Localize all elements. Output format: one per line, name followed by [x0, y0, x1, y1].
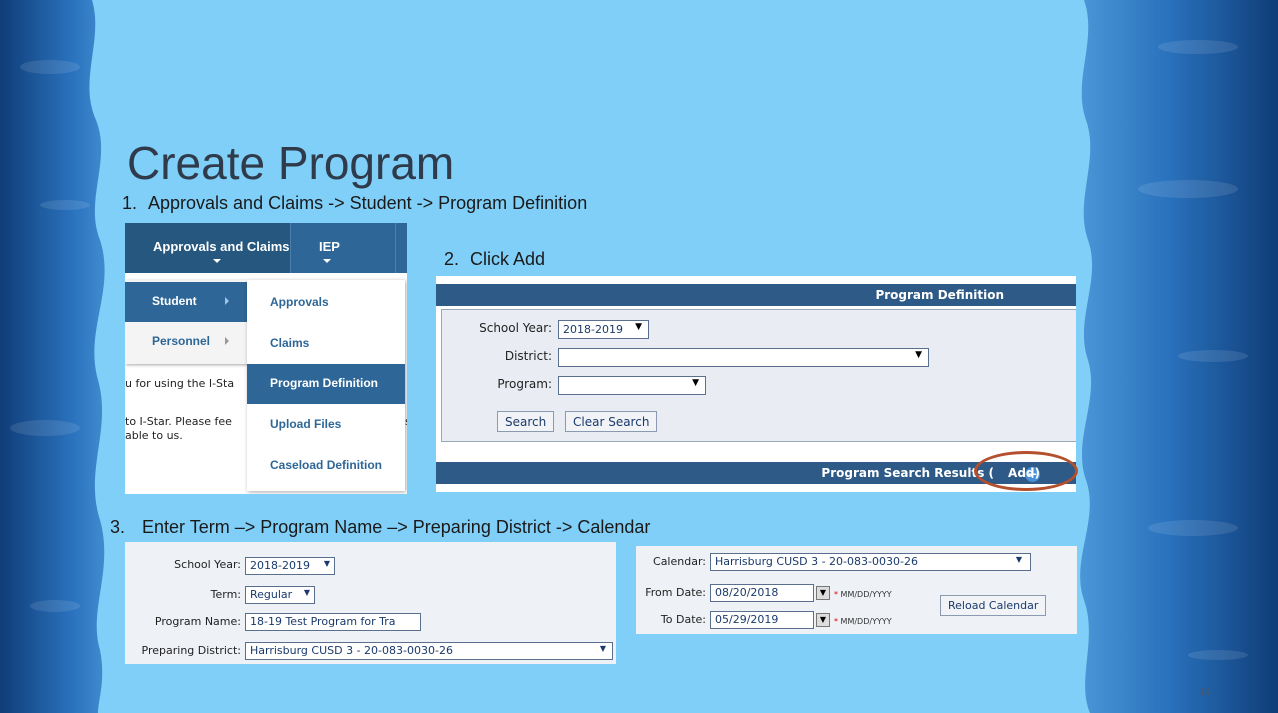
dropdown-arrow-icon: ▼	[303, 588, 310, 597]
program-definition-header: Program Definition	[436, 284, 1076, 306]
bg-text-line: to I-Star. Please fee	[125, 415, 232, 428]
date-format: MM/DD/YYYY	[840, 590, 892, 599]
submenu-item-personnel[interactable]: Personnel	[125, 322, 247, 362]
dropdown-arrow-icon: ▼	[635, 322, 642, 332]
slide: Create Program 1. Approvals and Claims ->…	[0, 0, 1278, 713]
search-form: School Year: 2018-2019 ▼ District: ▼ Pro…	[441, 309, 1076, 442]
step-2: 2. Click Add	[444, 249, 545, 270]
calendar-dropdown-icon[interactable]: ▼	[816, 586, 830, 600]
slide-title: Create Program	[127, 137, 455, 189]
results-header-label: Program Search Results (	[821, 466, 994, 480]
calendar-dropdown-icon[interactable]: ▼	[816, 613, 830, 627]
to-date-format-hint: * MM/DD/YYYY	[834, 617, 892, 626]
menu-iep[interactable]: IEP	[305, 223, 365, 273]
dropdown-arrow-icon: ▼	[599, 644, 606, 653]
calendar-screenshot: Calendar: Harrisburg CUSD 3 - 20-083-003…	[636, 546, 1077, 634]
to-date-input[interactable]: 05/29/2019	[710, 611, 814, 629]
main-menubar: Approvals and Claims IEP	[125, 223, 407, 273]
from-date-input[interactable]: 08/20/2018	[710, 584, 814, 602]
page-number: 14	[1200, 687, 1212, 698]
program-select[interactable]: ▼	[558, 376, 706, 395]
menu-screenshot: e i : u for using the I-Sta to I-Star. P…	[125, 223, 407, 494]
term-select[interactable]: Regular ▼	[245, 586, 315, 604]
preparing-district-label: Preparing District:	[141, 644, 241, 657]
program-form-screenshot: School Year: 2018-2019 ▼ Term: Regular ▼…	[125, 542, 616, 664]
step-2-number: 2.	[444, 249, 460, 269]
school-year-label: School Year:	[479, 321, 552, 335]
program-name-input[interactable]: 18-19 Test Program for Tra	[245, 613, 421, 631]
clear-search-button[interactable]: Clear Search	[565, 411, 658, 432]
submenu-item-label: Personnel	[152, 334, 211, 348]
step-1: 1. Approvals and Claims -> Student -> Pro…	[122, 193, 587, 214]
submenu-level2: Approvals Claims Program Definition Uplo…	[247, 280, 405, 491]
from-date-label: From Date:	[645, 586, 706, 599]
district-label: District:	[504, 349, 552, 363]
program-search-screenshot: Program Definition School Year: 2018-201…	[436, 276, 1076, 492]
search-button[interactable]: Search	[497, 411, 555, 432]
dropdown-arrow-icon: ▼	[1015, 555, 1022, 564]
required-mark: *	[834, 590, 838, 599]
school-year-select[interactable]: 2018-2019 ▼	[245, 557, 335, 575]
school-year-select[interactable]: 2018-2019 ▼	[558, 320, 649, 339]
to-date-label: To Date:	[660, 613, 706, 626]
chevron-down-icon	[323, 259, 331, 263]
term-label: Term:	[210, 588, 241, 601]
date-format: MM/DD/YYYY	[840, 617, 892, 626]
submenu-item-label: Student	[152, 294, 197, 308]
submenu-level1: Student Personnel	[125, 280, 247, 364]
school-year-value: 2018-2019	[250, 559, 310, 572]
school-year-label: School Year:	[174, 558, 241, 571]
dropdown-arrow-icon: ▼	[915, 350, 922, 360]
reload-calendar-button[interactable]: Reload Calendar	[940, 595, 1047, 616]
calendar-value: Harrisburg CUSD 3 - 20-083-0030-26	[715, 555, 918, 568]
dropdown-arrow-icon: ▼	[692, 378, 699, 388]
step-3: 3. Enter Term –> Program Name –> Preparin…	[110, 517, 650, 538]
preparing-district-value: Harrisburg CUSD 3 - 20-083-0030-26	[250, 644, 453, 657]
school-year-value: 2018-2019	[563, 323, 623, 336]
highlight-circle	[974, 451, 1078, 491]
submenu-item-upload-files[interactable]: Upload Files	[247, 405, 405, 445]
submenu-item-student[interactable]: Student	[125, 282, 247, 322]
from-date-format-hint: * MM/DD/YYYY	[834, 590, 892, 599]
preparing-district-select[interactable]: Harrisburg CUSD 3 - 20-083-0030-26 ▼	[245, 642, 613, 660]
step-2-text: Click Add	[470, 249, 546, 269]
chevron-down-icon	[213, 259, 221, 263]
district-select[interactable]: ▼	[558, 348, 929, 367]
step-3-number: 3.	[110, 517, 126, 537]
required-mark: *	[834, 617, 838, 626]
menu-approvals-and-claims-label: Approvals and Claims	[153, 239, 290, 254]
dropdown-arrow-icon: ▼	[323, 559, 330, 568]
menu-iep-label: IEP	[319, 239, 340, 254]
calendar-label: Calendar:	[653, 555, 706, 568]
chevron-right-icon	[225, 297, 229, 305]
bg-text-line: able to us.	[125, 429, 183, 442]
submenu-item-caseload-definition[interactable]: Caseload Definition	[247, 446, 405, 486]
submenu-item-approvals[interactable]: Approvals	[247, 283, 405, 323]
step-1-text: Approvals and Claims -> Student -> Progr…	[148, 193, 588, 213]
calendar-select[interactable]: Harrisburg CUSD 3 - 20-083-0030-26 ▼	[710, 553, 1031, 571]
submenu-item-claims[interactable]: Claims	[247, 324, 405, 364]
chevron-right-icon	[225, 337, 229, 345]
bg-text-fragment: s	[405, 415, 407, 428]
term-value: Regular	[250, 588, 293, 601]
program-label: Program:	[497, 377, 552, 391]
program-name-label: Program Name:	[154, 615, 241, 628]
step-3-text: Enter Term –> Program Name –> Preparing …	[142, 517, 651, 537]
bg-text-line: u for using the I-Sta	[125, 377, 235, 390]
submenu-item-program-definition[interactable]: Program Definition	[247, 364, 405, 404]
menu-approvals-and-claims[interactable]: Approvals and Claims	[125, 223, 290, 273]
step-1-number: 1.	[122, 193, 138, 213]
